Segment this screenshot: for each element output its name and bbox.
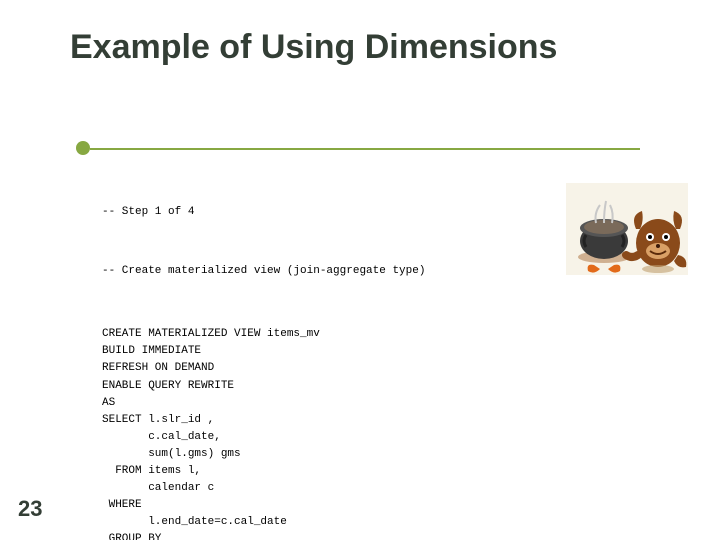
code-block: -- Step 1 of 4 -- Create materialized vi… (102, 170, 650, 540)
slide: Example of Using Dimensions (0, 0, 720, 540)
code-comment-step: -- Step 1 of 4 (102, 204, 650, 221)
code-comment-desc: -- Create materialized view (join-aggreg… (102, 263, 650, 280)
slide-title: Example of Using Dimensions (70, 28, 557, 67)
bullet-dot-icon (76, 141, 90, 155)
code-body: CREATE MATERIALIZED VIEW items_mv BUILD … (102, 326, 650, 540)
page-number: 23 (18, 496, 42, 522)
divider-line (90, 148, 640, 150)
